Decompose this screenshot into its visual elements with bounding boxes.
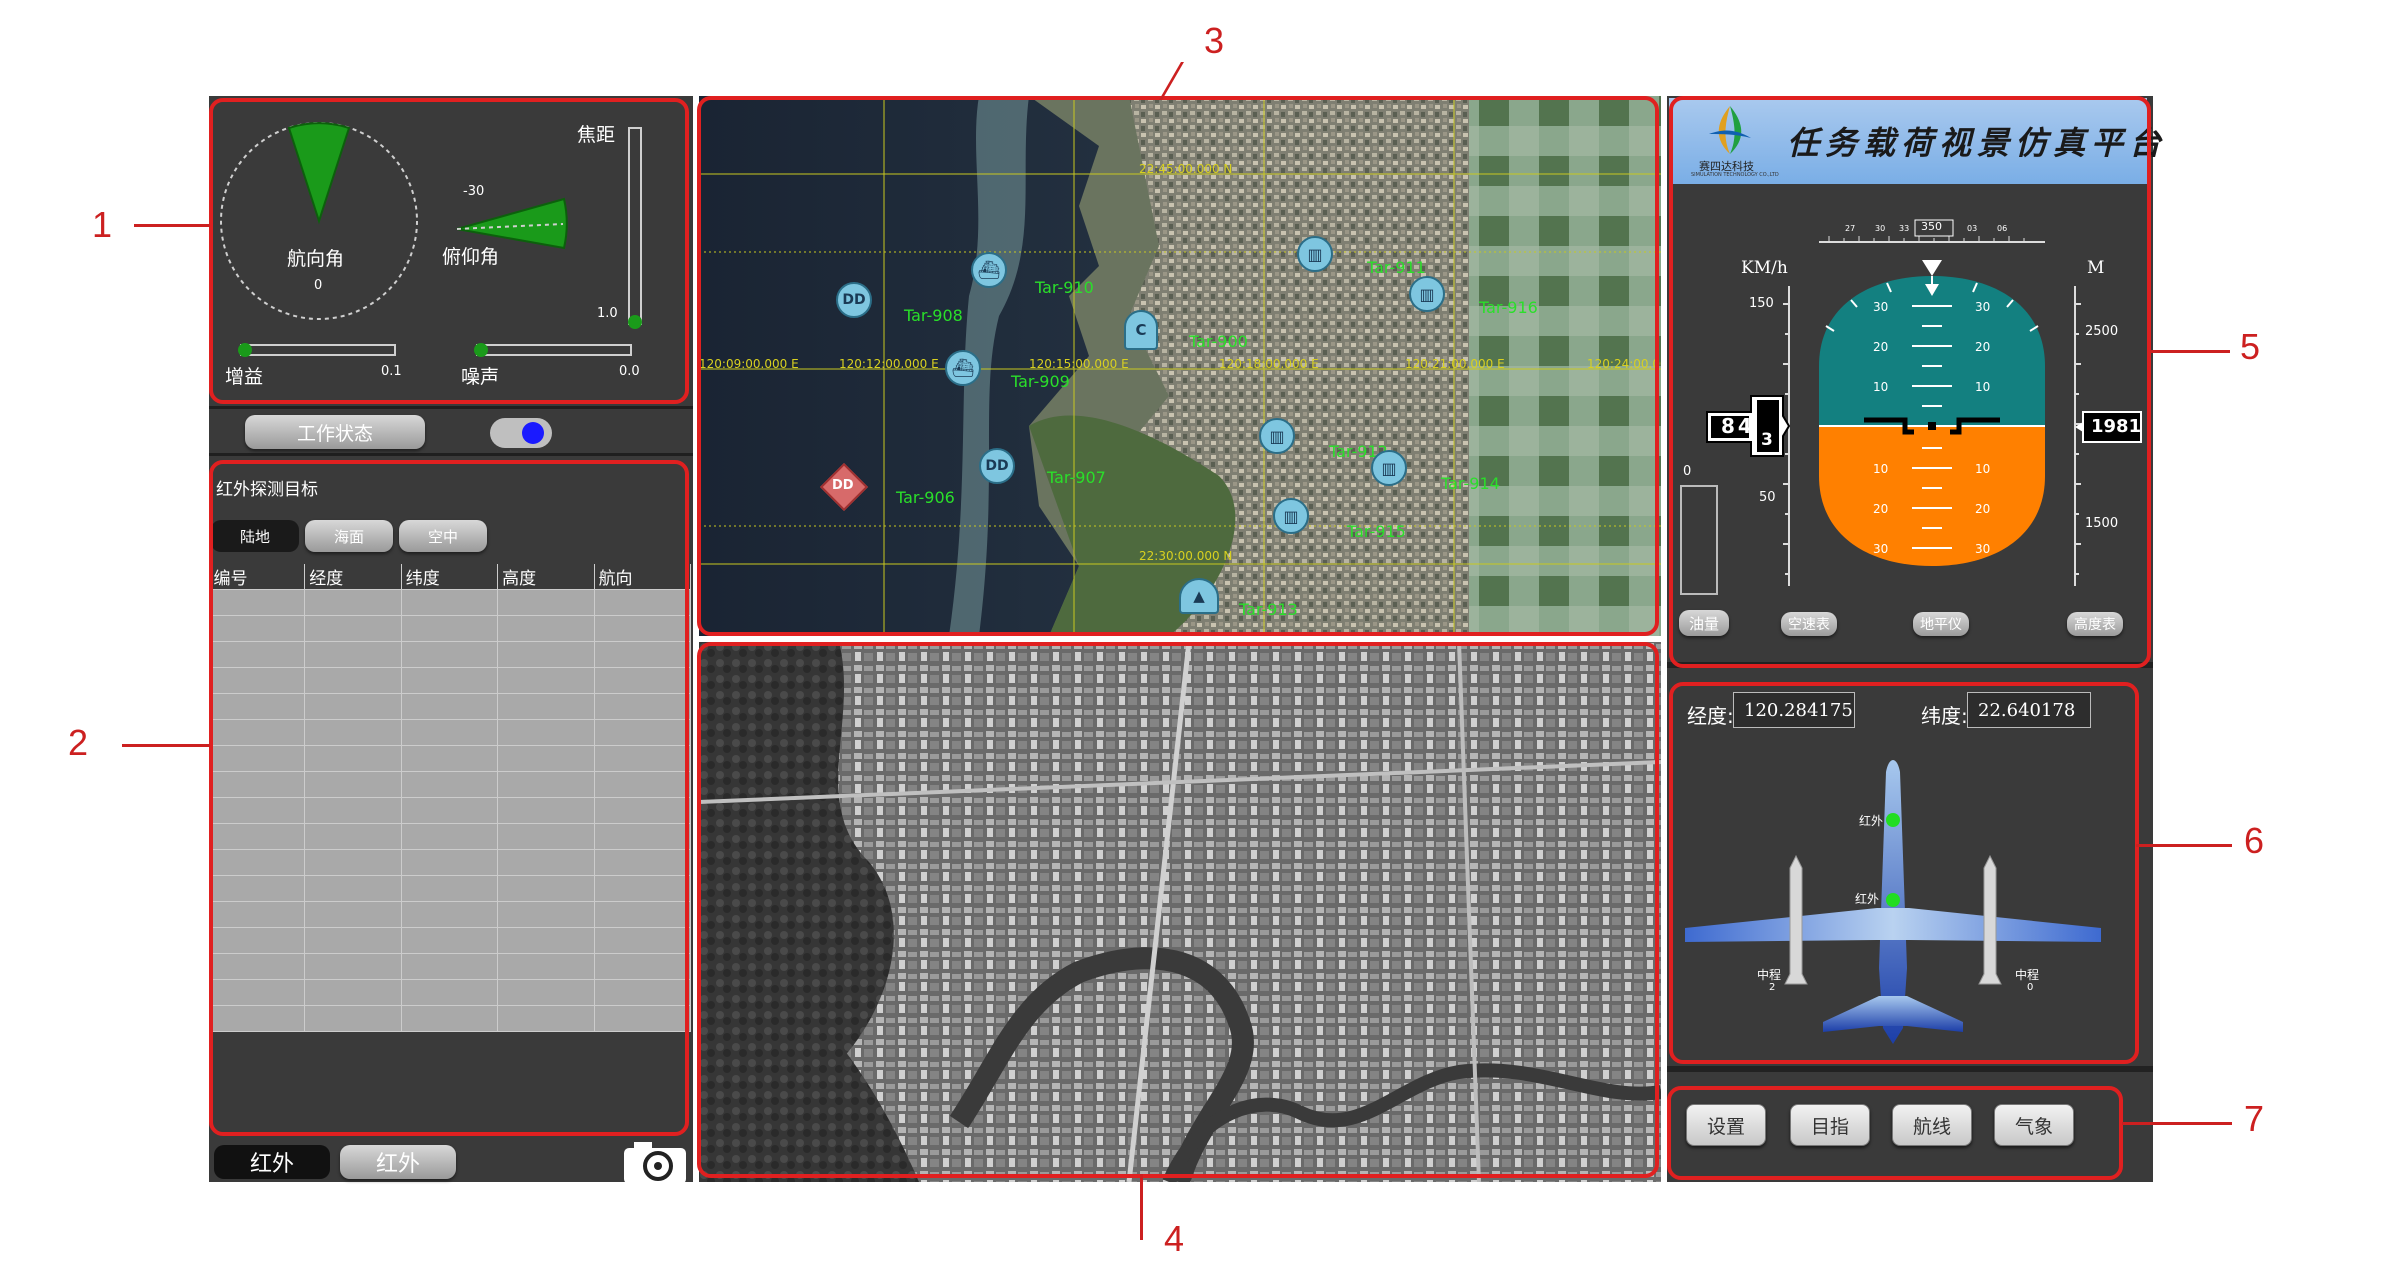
tab-infrared-2[interactable]: 红外 [340,1145,456,1179]
callout-6: 6 [2244,820,2265,861]
work-status-button[interactable]: 工作状态 [245,415,425,449]
callout-box-4 [697,642,1659,1178]
callout-3: 3 [1204,20,1225,61]
callout-5: 5 [2240,326,2261,367]
callout-line-5 [2150,350,2230,353]
callout-line-4 [1140,1174,1143,1240]
callout-box-5 [1669,96,2151,668]
callout-7: 7 [2244,1098,2265,1139]
callout-line-1 [134,224,210,227]
status-toggle[interactable] [490,418,552,448]
callout-1: 1 [92,204,113,245]
callout-2: 2 [68,722,89,763]
callout-box-3 [697,96,1659,636]
callout-4: 4 [1164,1218,1185,1259]
camera-icon[interactable] [622,1140,688,1184]
callout-box-6 [1669,682,2139,1064]
status-indicator [522,422,544,444]
callout-box-2 [209,460,689,1136]
callout-line-2 [122,744,210,747]
callout-line-3 [1159,62,1184,100]
callout-box-7 [1667,1086,2123,1180]
right-separator-2 [1667,1066,2153,1072]
callout-line-7 [2122,1122,2232,1125]
tab-infrared-1[interactable]: 红外 [214,1145,330,1179]
callout-line-6 [2136,844,2232,847]
callout-box-1 [209,98,689,404]
